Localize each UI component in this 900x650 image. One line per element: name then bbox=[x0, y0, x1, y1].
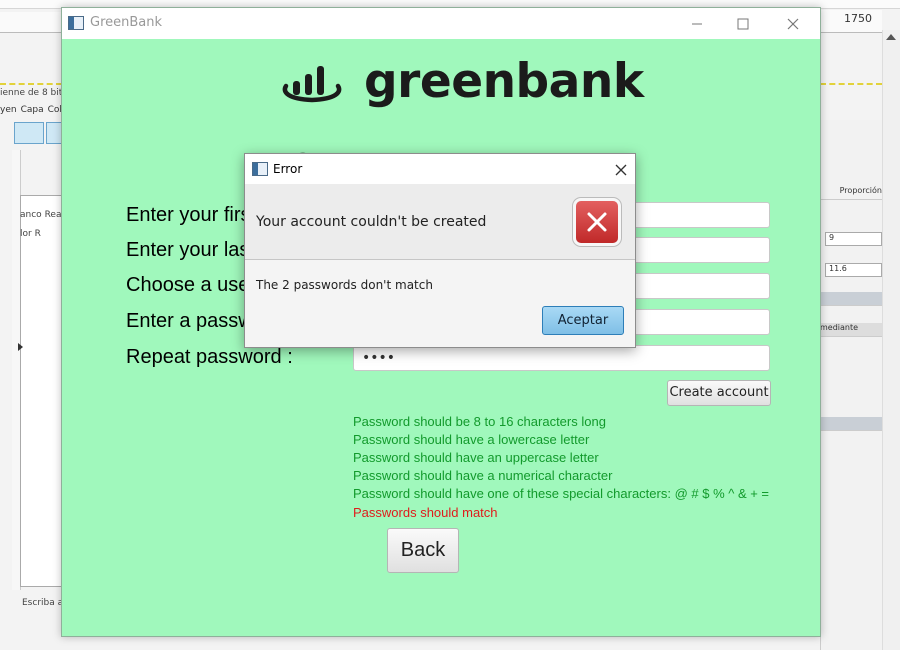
background-ruler-right: 1750 bbox=[820, 10, 882, 33]
background-panel-field[interactable]: 11.6 bbox=[825, 263, 882, 277]
background-menu: yen Capa Col bbox=[0, 105, 62, 119]
app-icon bbox=[68, 16, 84, 30]
rule-uppercase: Password should have an uppercase letter bbox=[353, 450, 599, 465]
repeat-password-field[interactable]: •••• bbox=[353, 345, 770, 371]
background-text: ienne de 8 bits bbox=[0, 88, 67, 98]
background-panel-row: mediante bbox=[820, 323, 882, 337]
background-menu-item[interactable]: yen bbox=[0, 105, 17, 115]
dialog-title: Error bbox=[273, 162, 303, 176]
scroll-up-icon[interactable] bbox=[886, 34, 896, 40]
dialog-header-text: Your account couldn't be created bbox=[256, 214, 487, 230]
window-title: GreenBank bbox=[90, 15, 163, 30]
error-dialog: Error Your account couldn't be created T… bbox=[244, 153, 636, 348]
maximize-button[interactable] bbox=[720, 8, 766, 39]
accept-button[interactable]: Aceptar bbox=[542, 306, 624, 335]
background-layer-thumb[interactable] bbox=[14, 122, 44, 144]
background-guide-line bbox=[0, 83, 62, 85]
greenbank-logo: greenbank bbox=[280, 58, 644, 105]
background-panel-field[interactable]: 9 bbox=[825, 232, 882, 246]
error-x-icon bbox=[576, 201, 618, 243]
minimize-icon bbox=[692, 23, 702, 24]
background-ruler-top bbox=[0, 12, 62, 33]
background-panel-header: Proporción bbox=[820, 186, 882, 200]
bar-chart-logo-icon bbox=[280, 59, 344, 105]
background-panel-row bbox=[820, 417, 882, 431]
back-button[interactable]: Back bbox=[387, 528, 459, 573]
rule-lowercase: Password should have a lowercase letter bbox=[353, 432, 590, 447]
dialog-app-icon bbox=[252, 162, 268, 176]
ruler-value: 1750 bbox=[844, 12, 872, 25]
background-text: lor R bbox=[20, 229, 41, 239]
background-menu-item[interactable]: Col bbox=[48, 105, 62, 115]
background-canvas bbox=[20, 195, 64, 587]
dialog-titlebar: Error bbox=[245, 154, 635, 184]
rule-length: Password should be 8 to 16 characters lo… bbox=[353, 414, 606, 429]
close-icon bbox=[615, 164, 627, 176]
background-scrollbar[interactable] bbox=[882, 30, 900, 650]
maximize-icon bbox=[737, 18, 749, 29]
window-titlebar: GreenBank bbox=[62, 8, 820, 39]
dialog-message: The 2 passwords don't match bbox=[256, 278, 433, 292]
close-icon bbox=[787, 18, 799, 29]
logo-text: greenbank bbox=[364, 54, 644, 109]
dialog-close-button[interactable] bbox=[615, 158, 627, 180]
rule-match: Passwords should match bbox=[353, 505, 498, 520]
create-account-button[interactable]: Create account bbox=[667, 380, 771, 406]
minimize-button[interactable] bbox=[674, 8, 720, 39]
rule-numeric: Password should have a numerical charact… bbox=[353, 468, 613, 483]
background-guide-line bbox=[820, 83, 882, 85]
background-pointer-icon bbox=[18, 343, 23, 351]
close-button[interactable] bbox=[770, 8, 816, 39]
background-panel-slider[interactable] bbox=[820, 292, 882, 306]
background-menu-item[interactable]: Capa bbox=[21, 105, 44, 115]
rule-special: Password should have one of these specia… bbox=[353, 486, 770, 501]
repeat-password-label: Repeat password : bbox=[126, 346, 293, 368]
